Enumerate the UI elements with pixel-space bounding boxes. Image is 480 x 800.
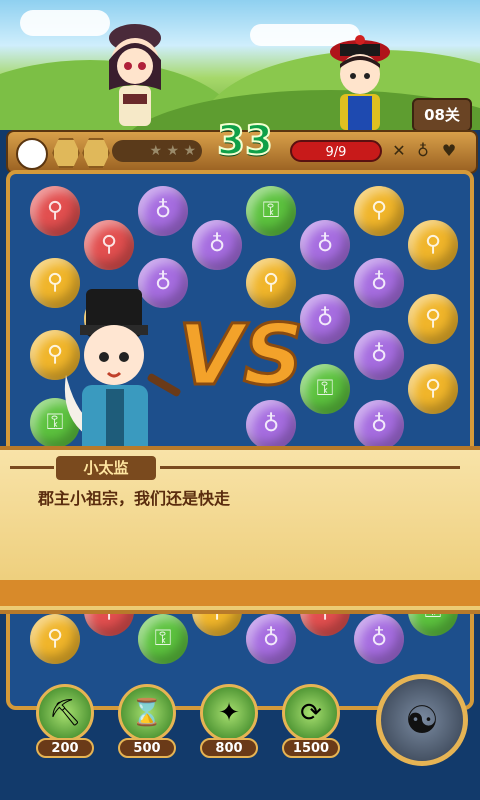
official-character [330,35,390,130]
vs-graphic: VS [177,305,306,406]
gem-purple[interactable]: ♁ [246,614,296,664]
yin-yang-skill-button[interactable]: ☯ [376,674,468,766]
gem-purple[interactable]: ♁ [138,186,188,236]
boss-hp-bar: 9/9 [290,140,382,162]
speaker-name: 小太监 [56,456,156,480]
gem-purple[interactable]: ♁ [354,400,404,450]
gem-purple[interactable]: ♁ [354,258,404,308]
princess-character [109,24,161,126]
player-avatar [16,138,48,170]
divider [160,466,460,469]
firecracker-powerup-button[interactable]: ✦ [200,684,258,742]
gem-green[interactable]: ⚿ [300,364,350,414]
gem-yellow[interactable]: ⚲ [354,186,404,236]
gem-yellow[interactable]: ⚲ [408,364,458,414]
moves-counter: 33 [216,117,274,165]
gem-yellow[interactable]: ⚲ [408,294,458,344]
dialog-bottom-border [0,580,480,606]
dialog-text: 郡主小祖宗，我们还是快走 [38,489,231,508]
gem-purple[interactable]: ♁ [192,220,242,270]
gem-green[interactable]: ⚿ [138,614,188,664]
gem-purple[interactable]: ♁ [354,330,404,380]
gem-red[interactable]: ⚲ [84,220,134,270]
gem-yellow[interactable]: ⚲ [408,220,458,270]
gem-purple[interactable]: ♁ [354,614,404,664]
shovel-powerup-button[interactable]: ⛏ [36,684,94,742]
gem-purple[interactable]: ♁ [300,294,350,344]
price-label: 200 [36,738,94,758]
refresh-powerup-button[interactable]: ⟳ [282,684,340,742]
level-badge: 08关 [412,98,472,132]
item-slot [82,138,110,168]
heart-icon: ♥ [441,141,457,160]
eunuch-character [64,289,181,457]
background-scenery [0,0,480,130]
price-label: 1500 [282,738,340,758]
hourglass-powerup-button[interactable]: ⌛ [118,684,176,742]
star-progress: ★ ★ ★ [112,140,202,162]
price-label: 500 [118,738,176,758]
gem-purple[interactable]: ♁ [300,220,350,270]
price-label: 800 [200,738,258,758]
hud-bar: ★ ★ ★ 33 9/9 ✕ ♁ ♥ [6,117,478,174]
potion-icon: ♁ [417,141,429,160]
gem-yellow[interactable]: ⚲ [30,614,80,664]
crossed-swords-icon: ✕ [392,141,406,160]
gem-red[interactable]: ⚲ [30,186,80,236]
item-slot [52,138,80,168]
gem-green[interactable]: ⚿ [246,186,296,236]
divider [10,466,54,469]
